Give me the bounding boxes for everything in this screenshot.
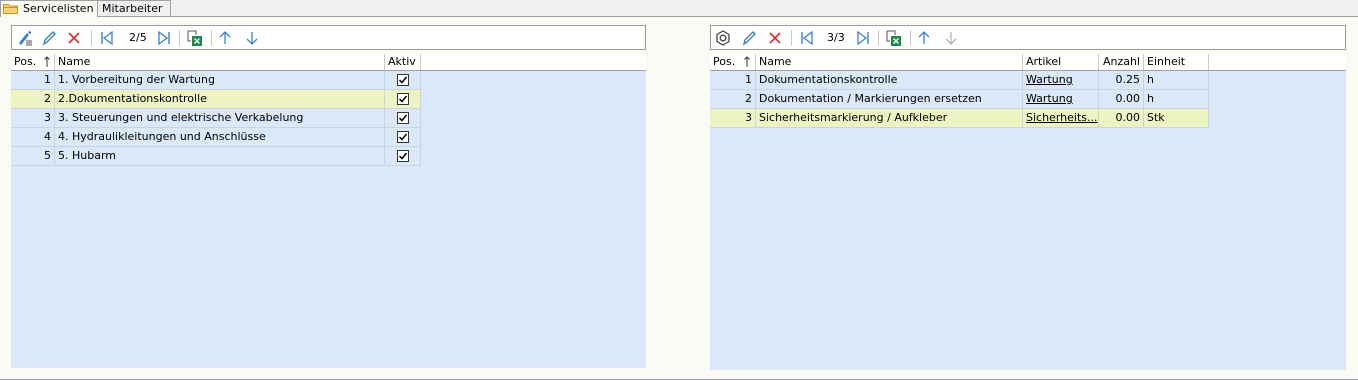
record-counter: 3/3: [827, 31, 845, 44]
folder-icon: [3, 4, 18, 14]
cell-name: Dokumentationskontrolle: [756, 71, 1023, 90]
cell-name: 2.Dokumentationskontrolle: [55, 90, 385, 109]
cell-pos: 3: [710, 109, 756, 128]
checkmark-icon: [398, 95, 407, 103]
aktiv-checkbox[interactable]: [396, 74, 409, 86]
cell-aktiv: [385, 90, 421, 109]
column-header-pos-label: Pos.: [14, 55, 37, 68]
cell-einheit: Stk: [1144, 109, 1209, 128]
cell-pos: 3: [11, 109, 55, 128]
cell-anzahl: 0.25: [1099, 71, 1144, 90]
arrow-up-icon[interactable]: [915, 29, 933, 47]
checkmark-icon: [398, 133, 407, 141]
pencil-icon[interactable]: [40, 29, 58, 47]
cell-aktiv: [385, 147, 421, 166]
cell-aktiv: [385, 109, 421, 128]
column-header-name-label: Name: [58, 55, 91, 68]
column-header-aktiv[interactable]: Aktiv: [385, 54, 421, 70]
column-header-artikel-label: Artikel: [1026, 55, 1062, 68]
hex-nut-icon[interactable]: [714, 29, 732, 47]
checkmark-icon: [398, 76, 407, 84]
cell-artikel-link[interactable]: Wartung: [1023, 90, 1099, 109]
first-record-icon[interactable]: [98, 29, 116, 47]
aktiv-checkbox[interactable]: [396, 131, 409, 143]
servicelisten-grid: Pos. Name Aktiv 1 1. Vorbereitung der War…: [11, 54, 646, 368]
positions-grid: Pos. Name Artikel Anzahl Einheit 1 Dokume…: [710, 54, 1346, 370]
cell-name: Dokumentation / Markierungen ersetzen: [756, 90, 1023, 109]
aktiv-checkbox[interactable]: [396, 150, 409, 162]
column-header-name[interactable]: Name: [55, 54, 385, 70]
cell-pos: 1: [11, 71, 55, 90]
table-row[interactable]: 3 3. Steuerungen und elektrische Verkabel…: [11, 109, 421, 128]
grid-header: Pos. Name Artikel Anzahl Einheit: [710, 54, 1346, 71]
cell-einheit: h: [1144, 90, 1209, 109]
table-row[interactable]: 4 4. Hydraulikleitungen und Anschlüsse: [11, 128, 421, 147]
table-row[interactable]: 5 5. Hubarm: [11, 147, 421, 166]
cell-name: 1. Vorbereitung der Wartung: [55, 71, 385, 90]
tab-mitarbeiter[interactable]: Mitarbeiter: [97, 0, 171, 16]
cell-aktiv: [385, 71, 421, 90]
table-row[interactable]: 1 Dokumentationskontrolle Wartung 0.25 h: [710, 71, 1209, 90]
aktiv-checkbox[interactable]: [396, 93, 409, 105]
cell-pos: 2: [710, 90, 756, 109]
excel-export-icon[interactable]: [885, 29, 903, 47]
cell-pos: 4: [11, 128, 55, 147]
sort-ascending-icon: [44, 56, 50, 67]
cell-pos: 5: [11, 147, 55, 166]
cell-name: 5. Hubarm: [55, 147, 385, 166]
table-row[interactable]: 3 Sicherheitsmarkierung / Aufkleber Sicher…: [710, 109, 1209, 128]
last-record-icon[interactable]: [155, 29, 173, 47]
column-header-anzahl-label: Anzahl: [1102, 55, 1140, 68]
cell-name: 4. Hydraulikleitungen und Anschlüsse: [55, 128, 385, 147]
pencil-icon[interactable]: [740, 29, 758, 47]
checklist-edit-icon[interactable]: [16, 29, 34, 47]
cell-artikel-link[interactable]: Sicherheits...: [1023, 109, 1099, 128]
column-header-einheit-label: Einheit: [1147, 55, 1186, 68]
sort-ascending-icon: [744, 56, 750, 67]
delete-x-icon[interactable]: [766, 29, 784, 47]
column-header-aktiv-label: Aktiv: [388, 55, 416, 68]
cell-pos: 1: [710, 71, 756, 90]
table-row[interactable]: 2 Dokumentation / Markierungen ersetzen Wa…: [710, 90, 1209, 109]
tab-servicelisten[interactable]: Servicelisten: [0, 0, 98, 17]
tab-mitarbeiter-label: Mitarbeiter: [102, 2, 163, 15]
column-header-pos[interactable]: Pos.: [710, 54, 756, 70]
servicelisten-panel: 2/5 Pos. Name Aktiv 1 1. Vorbereitung de…: [11, 25, 646, 368]
grid-header: Pos. Name Aktiv: [11, 54, 646, 71]
cell-pos: 2: [11, 90, 55, 109]
tab-content-frame: 2/5 Pos. Name Aktiv 1 1. Vorbereitung de…: [0, 16, 1358, 380]
table-row[interactable]: 2 2.Dokumentationskontrolle: [11, 90, 421, 109]
cell-einheit: h: [1144, 71, 1209, 90]
cell-aktiv: [385, 128, 421, 147]
checkmark-icon: [398, 152, 407, 160]
arrow-down-icon[interactable]: [243, 29, 261, 47]
column-header-pos-label: Pos.: [713, 55, 736, 68]
column-header-name-label: Name: [759, 55, 792, 68]
arrow-up-icon[interactable]: [216, 29, 234, 47]
first-record-icon[interactable]: [798, 29, 816, 47]
column-header-anzahl[interactable]: Anzahl: [1099, 54, 1144, 70]
cell-anzahl: 0.00: [1099, 90, 1144, 109]
service-positions-panel: 3/3 Pos. Name Artikel Anzahl Einheit 1 D…: [710, 25, 1346, 370]
arrow-down-icon[interactable]: [942, 29, 960, 47]
tab-strip: Servicelisten Mitarbeiter: [0, 0, 1358, 17]
column-header-pos[interactable]: Pos.: [11, 54, 55, 70]
cell-name: 3. Steuerungen und elektrische Verkabelu…: [55, 109, 385, 128]
last-record-icon[interactable]: [854, 29, 872, 47]
column-header-einheit[interactable]: Einheit: [1144, 54, 1209, 70]
cell-artikel-link[interactable]: Wartung: [1023, 71, 1099, 90]
cell-name: Sicherheitsmarkierung / Aufkleber: [756, 109, 1023, 128]
column-header-name[interactable]: Name: [756, 54, 1023, 70]
positions-toolbar: 3/3: [710, 25, 1346, 50]
aktiv-checkbox[interactable]: [396, 112, 409, 124]
servicelisten-toolbar: 2/5: [11, 25, 646, 50]
delete-x-icon[interactable]: [65, 29, 83, 47]
tab-servicelisten-label: Servicelisten: [23, 2, 94, 15]
cell-anzahl: 0.00: [1099, 109, 1144, 128]
column-header-artikel[interactable]: Artikel: [1023, 54, 1099, 70]
table-row[interactable]: 1 1. Vorbereitung der Wartung: [11, 71, 421, 90]
record-counter: 2/5: [129, 31, 147, 44]
excel-export-icon[interactable]: [186, 29, 204, 47]
checkmark-icon: [398, 114, 407, 122]
